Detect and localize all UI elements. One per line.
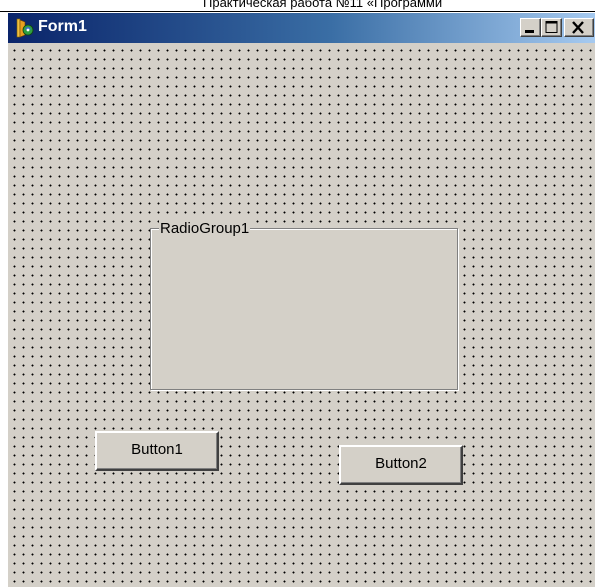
document-header-text: Практическая работа №11 «Программи <box>203 0 443 10</box>
radio-group-caption: RadioGroup1 <box>159 220 251 237</box>
delphi-form-icon[interactable] <box>16 18 34 38</box>
button2[interactable]: Button2 <box>339 445 463 485</box>
radio-group-frame <box>150 228 458 390</box>
form-window: Form1 RadioGroup1 Button1 Button2 <box>6 13 595 587</box>
form-design-surface[interactable]: RadioGroup1 Button1 Button2 <box>8 43 595 587</box>
close-button[interactable] <box>564 18 594 37</box>
radio-group[interactable]: RadioGroup1 <box>150 220 458 390</box>
document-header: Практическая работа №11 «Программи <box>0 0 595 12</box>
title-bar[interactable]: Form1 <box>8 13 595 43</box>
minimize-button[interactable] <box>520 18 541 37</box>
maximize-button[interactable] <box>541 18 562 37</box>
header-rule <box>0 11 595 12</box>
window-title: Form1 <box>38 18 87 35</box>
button1[interactable]: Button1 <box>95 431 219 471</box>
